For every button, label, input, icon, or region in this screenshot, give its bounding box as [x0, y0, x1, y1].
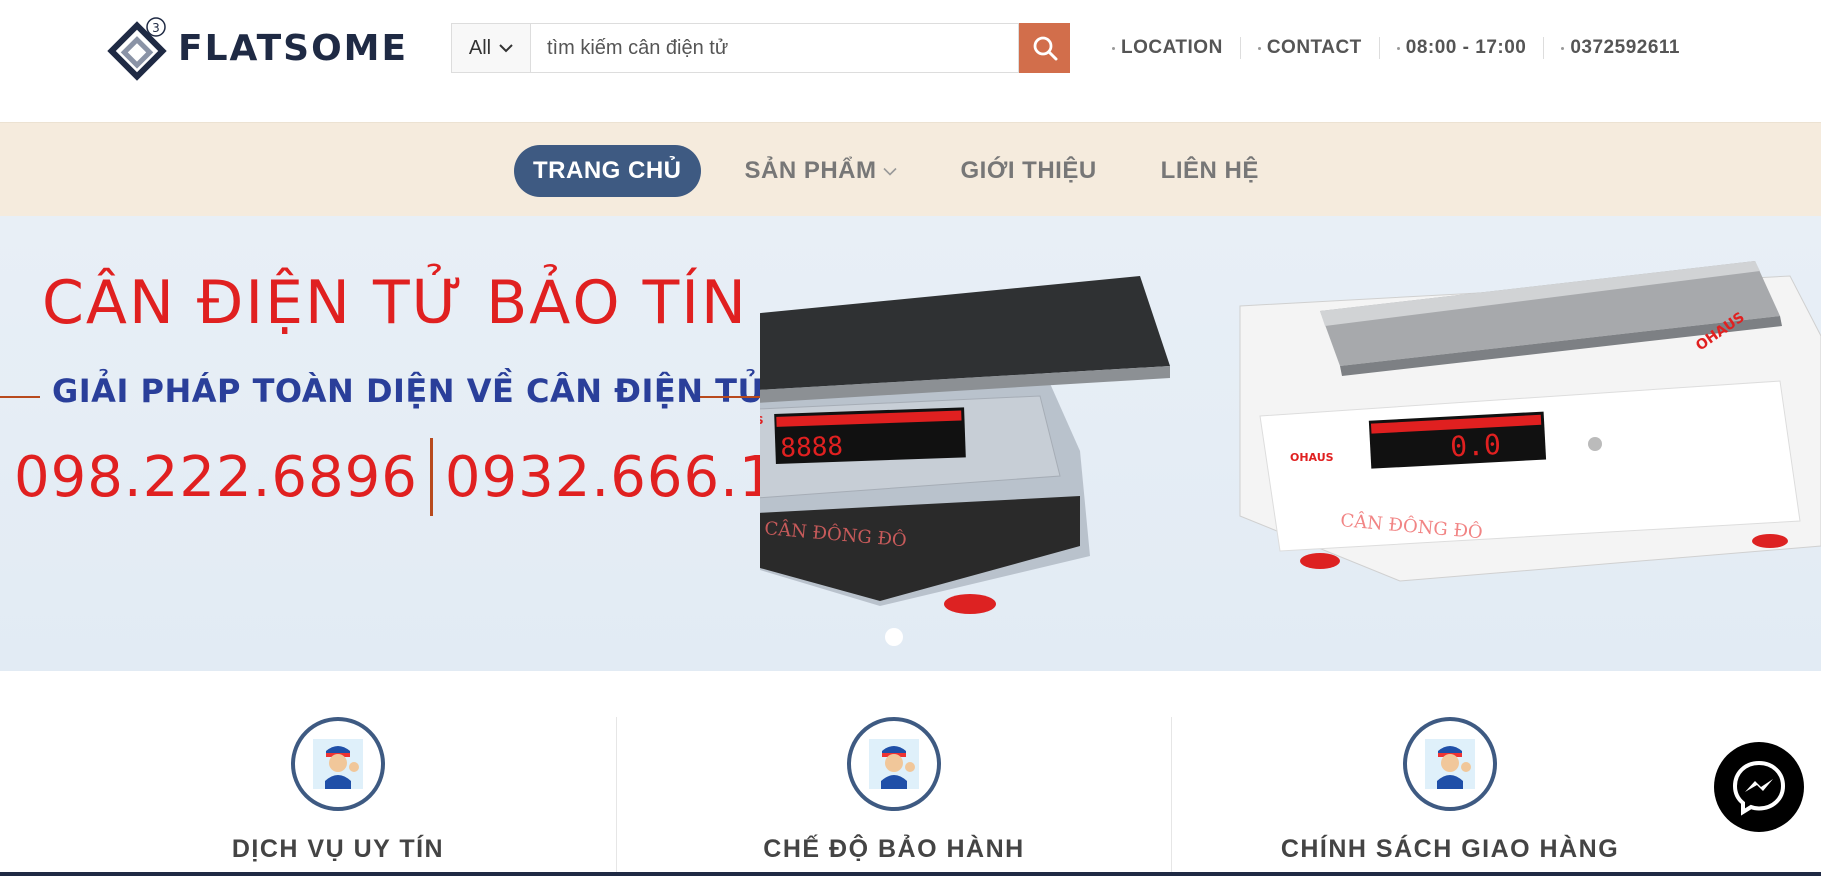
topnav-hours[interactable]: 08:00 - 17:00	[1396, 37, 1527, 59]
mechanic-icon	[869, 739, 919, 789]
logo[interactable]: 3 FLATSOME	[104, 15, 408, 81]
bullet-icon	[1257, 46, 1261, 50]
logo-mark-icon: 3	[107, 17, 167, 81]
search-icon	[1033, 36, 1057, 61]
hero-banner[interactable]: CÂN ĐIỆN TỬ BẢO TÍN GIẢI PHÁP TOÀN DIỆN …	[0, 216, 1821, 671]
white-scale-brand-front: OHAUS	[1290, 451, 1334, 464]
feature-title: CHẾ ĐỘ BẢO HÀNH	[763, 835, 1025, 863]
feature-warranty: CHẾ ĐỘ BẢO HÀNH	[614, 717, 1174, 864]
main-navigation: TRANG CHỦ SẢN PHẨM GIỚI THIỆU LIÊN HỆ	[0, 122, 1821, 216]
top-navigation: LOCATION CONTACT 08:00 - 17:00 037259261…	[1112, 34, 1680, 62]
search-button[interactable]	[1019, 23, 1070, 73]
banner-title: CÂN ĐIỆN TỬ BẢO TÍN	[42, 268, 748, 338]
feature-icon-circle	[291, 717, 385, 811]
grey-scale-readout: 8888	[780, 432, 844, 464]
banner-rule-left	[0, 396, 40, 398]
feature-delivery: CHÍNH SÁCH GIAO HÀNG	[1170, 717, 1730, 864]
feature-icon-circle	[847, 717, 941, 811]
features-section: DỊCH VỤ UY TÍN CHẾ ĐỘ BẢO HÀNH CHÍNH SÁC…	[0, 671, 1821, 876]
scales-image: 0.0 OHAUS OHAUS CÂN ĐÔNG ĐÔ 8888 OHAUS C…	[760, 261, 1821, 614]
logo-text: FLATSOME	[178, 27, 409, 69]
svg-text:3: 3	[152, 21, 160, 35]
bottom-bar	[0, 872, 1821, 876]
messenger-chat-button[interactable]	[1714, 742, 1804, 832]
white-scale-readout: 0.0	[1449, 428, 1501, 464]
mechanic-icon	[313, 739, 363, 789]
grey-scale-brand: OHAUS	[760, 414, 764, 427]
feature-title: CHÍNH SÁCH GIAO HÀNG	[1280, 835, 1620, 863]
nav-item-products[interactable]: SẢN PHẨM	[725, 145, 917, 197]
slider-dot[interactable]	[885, 628, 903, 646]
phone-divider	[429, 438, 433, 516]
divider	[1378, 37, 1380, 59]
banner-subtitle: GIẢI PHÁP TOÀN DIỆN VỀ CÂN ĐIỆN TỬ	[52, 372, 765, 410]
chevron-down-icon	[499, 44, 513, 53]
topnav-phone[interactable]: 0372592611	[1561, 37, 1680, 59]
chevron-down-icon	[882, 167, 897, 176]
search-input[interactable]	[530, 23, 1019, 73]
search-form: All	[451, 23, 1070, 73]
mechanic-icon	[1425, 739, 1475, 789]
feature-service: DỊCH VỤ UY TÍN	[58, 717, 618, 864]
bullet-icon	[1396, 46, 1400, 50]
site-header: 3 FLATSOME All LOCATION CONTACT 08:00 - …	[0, 0, 1821, 122]
feature-icon-circle	[1403, 717, 1497, 811]
messenger-icon	[1732, 760, 1786, 816]
white-scale: 0.0 OHAUS OHAUS CÂN ĐÔNG ĐÔ	[1239, 261, 1821, 582]
search-category-value: All	[468, 36, 492, 59]
nav-item-home[interactable]: TRANG CHỦ	[514, 145, 701, 197]
bullet-icon	[1112, 46, 1115, 50]
bullet-icon	[1561, 46, 1565, 50]
topnav-location[interactable]: LOCATION	[1112, 37, 1223, 59]
banner-phone-1: 098.222.6896	[14, 444, 418, 510]
topnav-contact[interactable]: CONTACT	[1257, 37, 1362, 59]
grey-scale: 8888 OHAUS CÂN ĐÔNG ĐÔ	[760, 276, 1170, 614]
nav-item-contact[interactable]: LIÊN HỆ	[1141, 145, 1279, 197]
nav-item-about[interactable]: GIỚI THIỆU	[941, 145, 1117, 197]
divider	[1543, 37, 1545, 59]
divider	[1239, 37, 1241, 59]
banner-phones: 098.222.6896 0932.666.177	[14, 438, 849, 516]
feature-title: DỊCH VỤ UY TÍN	[231, 835, 445, 863]
search-category-select[interactable]: All	[451, 23, 530, 73]
